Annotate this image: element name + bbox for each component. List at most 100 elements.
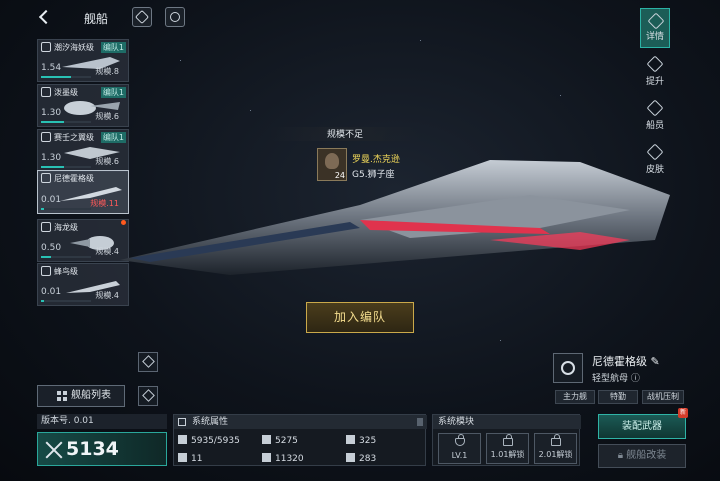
tab-crew[interactable]: 船员 — [640, 96, 670, 136]
shield-icon — [346, 435, 355, 444]
fleet-tag: 编队1 — [100, 42, 126, 53]
attribute-class: 11 — [178, 453, 202, 464]
class-icon — [41, 222, 51, 232]
tab-label: 提升 — [645, 77, 664, 87]
progress-bar — [41, 208, 91, 210]
module-label: 1.01解锁 — [490, 450, 525, 459]
tab-label: 详情 — [645, 32, 664, 42]
role-tag: 特勤 — [598, 390, 638, 404]
attribute-energy: 11320 — [262, 453, 304, 464]
star — [250, 110, 251, 111]
system-attributes-panel: 系统属性 5935/5935 5275 325 11 11320 283 — [173, 414, 427, 466]
attribute-value: 5935/5935 — [191, 436, 240, 446]
ship-card-value: 1.30 — [41, 108, 62, 118]
tab-upgrade[interactable]: 提升 — [640, 52, 670, 92]
scale-warning: 规模不足 — [270, 127, 420, 141]
captain-sign: G5.狮子座 — [352, 170, 395, 180]
panel-header: 系统属性 — [174, 415, 427, 429]
new-badge: 新 — [678, 408, 688, 418]
ship-name: 尼德霍格级 ✎ — [592, 353, 660, 369]
attribute-armor: 5275 — [262, 435, 298, 446]
system-modules-panel: 系统模块 LV.1 1.01解锁 2.01解锁 — [432, 414, 581, 466]
module-label: 2.01解锁 — [538, 450, 573, 459]
equip-weapons-button[interactable]: 装配武器 — [598, 414, 686, 439]
role-tag: 战机压制 — [642, 390, 684, 404]
filter-button[interactable] — [138, 386, 158, 406]
refit-label: 舰船改装 — [626, 450, 667, 461]
tab-label: 船员 — [645, 121, 664, 131]
lock-icon — [551, 434, 561, 446]
ship-card-name: 潮汐海妖级 — [54, 43, 94, 52]
edit-icon[interactable]: ✎ — [651, 355, 660, 368]
ship-card-scale: 规模.6 — [95, 112, 119, 121]
attribute-value: 11 — [191, 454, 203, 464]
ship-card[interactable]: 潮汐海妖级 编队1 1.54 规模.8 — [37, 39, 129, 82]
captain-avatar[interactable]: 24 — [317, 148, 347, 181]
class-icon — [41, 87, 51, 97]
avatar — [325, 153, 339, 169]
formation-button[interactable] — [138, 352, 158, 372]
compass-icon[interactable] — [132, 7, 152, 27]
ship-type-text: 轻型航母 — [592, 374, 629, 384]
ship-card-value: 0.01 — [41, 287, 62, 297]
fleet-tag: 编队1 — [100, 132, 126, 143]
ship-card-name: 海龙级 — [54, 223, 78, 232]
module-label: LV.1 — [451, 451, 468, 460]
captain-name: 罗曼.杰克逊 — [352, 155, 400, 165]
attributes-icon — [178, 418, 186, 426]
ship-model — [120, 160, 670, 275]
scrollbar[interactable] — [417, 418, 423, 426]
star — [180, 60, 181, 61]
tab-detail[interactable]: 详情 — [640, 8, 670, 48]
carrier-class-icon — [561, 361, 575, 375]
crew-icon — [646, 99, 664, 117]
version-label: 版本号. 0.01 — [37, 414, 167, 429]
module-slot-locked[interactable]: 1.01解锁 — [486, 433, 529, 464]
power-display: 5134 — [37, 432, 167, 466]
ship-card-value: 1.30 — [41, 153, 62, 163]
star — [500, 340, 501, 341]
upgrade-icon — [646, 55, 664, 73]
ship-card-scale: 规模.8 — [95, 67, 119, 76]
ship-name-text: 尼德霍格级 — [592, 355, 647, 368]
progress-bar — [41, 256, 91, 258]
page-title: 舰船 — [84, 12, 109, 26]
back-arrow-icon[interactable] — [37, 8, 55, 26]
ship-card-value: 0.50 — [41, 243, 62, 253]
ship-list-button[interactable]: 舰船列表 — [37, 385, 125, 407]
hull-icon — [178, 435, 187, 444]
armor-icon — [262, 435, 271, 444]
join-fleet-button[interactable]: 加入编队 — [306, 302, 414, 333]
ship-refit-button[interactable]: 🔒︎ 舰船改装 — [598, 444, 686, 468]
help-icon[interactable] — [165, 7, 185, 27]
ship-class-badge — [553, 353, 583, 383]
energy-icon — [262, 453, 271, 462]
attribute-value: 11320 — [275, 454, 304, 464]
ship-card-name: 泼墨级 — [54, 88, 78, 97]
progress-bar — [41, 121, 91, 123]
ship-card-name: 尼德霍格级 — [54, 174, 94, 183]
class-icon — [41, 173, 51, 183]
module-slot-locked[interactable]: 2.01解锁 — [534, 433, 577, 464]
speed-icon — [346, 453, 355, 462]
panel-header: 系统模块 — [433, 415, 581, 429]
class-icon — [178, 453, 187, 462]
module-slot[interactable]: LV.1 — [438, 433, 481, 464]
crossed-swords-icon — [45, 441, 63, 459]
ship-card[interactable]: 泼墨级 编队1 1.30 规模.6 — [37, 84, 129, 127]
formation-icon — [142, 355, 155, 368]
attribute-value: 5275 — [275, 436, 298, 446]
star — [560, 95, 561, 96]
info-icon[interactable]: ⓘ — [631, 374, 640, 384]
class-icon — [41, 132, 51, 142]
progress-bar — [41, 300, 91, 302]
ship-card-value: 0.01 — [41, 195, 62, 205]
class-icon — [41, 42, 51, 52]
power-value: 5134 — [66, 438, 119, 460]
role-tag: 主力舰 — [555, 390, 595, 404]
ship-card-name: 蜂鸟级 — [54, 267, 78, 276]
attribute-speed: 283 — [346, 453, 376, 464]
ship-type: 轻型航母 ⓘ — [592, 371, 640, 384]
ship-list-label: 舰船列表 — [71, 390, 111, 401]
lock-icon: 🔒︎ — [617, 450, 624, 461]
